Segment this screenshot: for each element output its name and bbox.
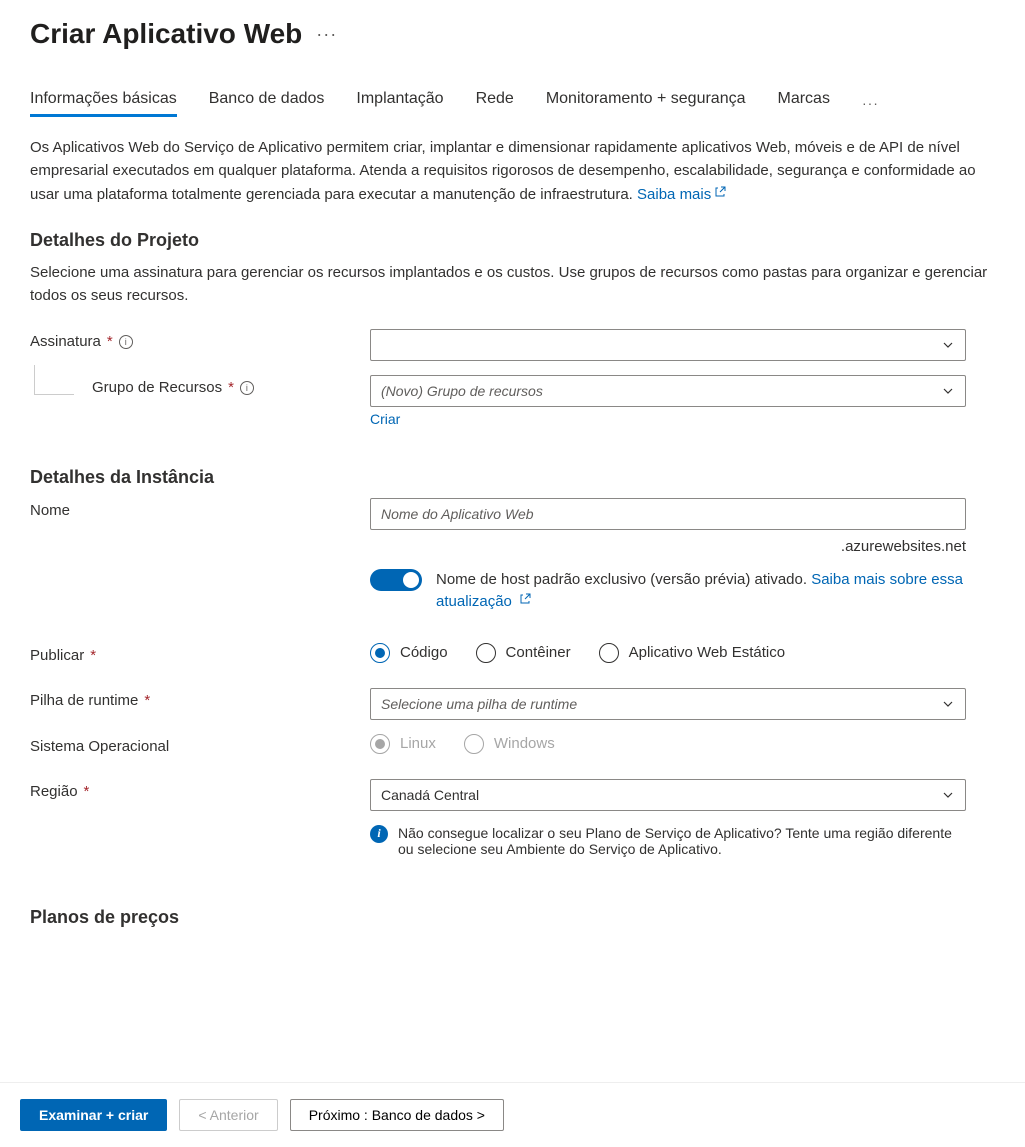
publish-radio-static[interactable]: Aplicativo Web Estático (599, 643, 785, 663)
runtime-label: Pilha de runtime* (30, 688, 370, 709)
pricing-heading: Planos de preços (30, 907, 995, 928)
info-icon[interactable]: i (240, 381, 254, 395)
subscription-label: Assinatura* i (30, 329, 370, 350)
name-label: Nome (30, 498, 370, 519)
subscription-select[interactable] (370, 329, 966, 361)
external-link-icon (519, 590, 529, 600)
resource-group-select[interactable]: (Novo) Grupo de recursos (370, 375, 966, 407)
name-input[interactable] (370, 498, 966, 530)
chevron-down-icon (941, 338, 955, 352)
chevron-down-icon (941, 788, 955, 802)
runtime-select[interactable]: Selecione uma pilha de runtime (370, 688, 966, 720)
info-badge-icon: i (370, 825, 388, 843)
chevron-down-icon (941, 697, 955, 711)
project-desc: Selecione uma assinatura para gerenciar … (30, 261, 990, 308)
review-create-button[interactable]: Examinar + criar (20, 1099, 167, 1131)
next-button[interactable]: Próximo : Banco de dados > (290, 1099, 504, 1131)
footer-bar: Examinar + criar < Anterior Próximo : Ba… (0, 1082, 1025, 1147)
resource-group-label: Grupo de Recursos* i (92, 375, 254, 396)
chevron-down-icon (941, 384, 955, 398)
unique-hostname-toggle[interactable] (370, 569, 422, 591)
region-label: Região* (30, 779, 370, 800)
os-radio-windows: Windows (464, 734, 555, 754)
tab-monitoring[interactable]: Monitoramento + segurança (546, 90, 746, 116)
external-link-icon (714, 182, 724, 192)
learn-more-link[interactable]: Saiba mais (637, 186, 724, 203)
previous-button: < Anterior (179, 1099, 277, 1131)
tab-deployment[interactable]: Implantação (356, 90, 443, 116)
publish-radio-code[interactable]: Código (370, 643, 448, 663)
tabs-overflow-icon[interactable]: ··· (862, 95, 879, 111)
publish-label: Publicar* (30, 643, 370, 664)
domain-suffix: .azurewebsites.net (370, 538, 966, 555)
unique-hostname-text: Nome de host padrão exclusivo (versão pr… (436, 569, 966, 613)
intro-text: Os Aplicativos Web do Serviço de Aplicat… (30, 136, 990, 206)
tab-network[interactable]: Rede (476, 90, 514, 116)
project-heading: Detalhes do Projeto (30, 230, 995, 251)
tab-tags[interactable]: Marcas (777, 90, 829, 116)
region-select[interactable]: Canadá Central (370, 779, 966, 811)
page-title: Criar Aplicativo Web (30, 18, 302, 50)
tab-basicinfo[interactable]: Informações básicas (30, 90, 177, 116)
os-radio-linux: Linux (370, 734, 436, 754)
tabs-nav: Informações básicas Banco de dados Impla… (30, 90, 995, 116)
os-label: Sistema Operacional (30, 734, 370, 755)
create-new-link[interactable]: Criar (370, 411, 966, 427)
more-actions-icon[interactable]: ··· (316, 24, 337, 45)
region-info-text: Não consegue localizar o seu Plano de Se… (398, 825, 966, 857)
intro-body: Os Aplicativos Web do Serviço de Aplicat… (30, 139, 976, 203)
info-icon[interactable]: i (119, 335, 133, 349)
publish-radio-container[interactable]: Contêiner (476, 643, 571, 663)
tab-database[interactable]: Banco de dados (209, 90, 325, 116)
tree-indent-icon (34, 365, 74, 395)
instance-heading: Detalhes da Instância (30, 467, 995, 488)
